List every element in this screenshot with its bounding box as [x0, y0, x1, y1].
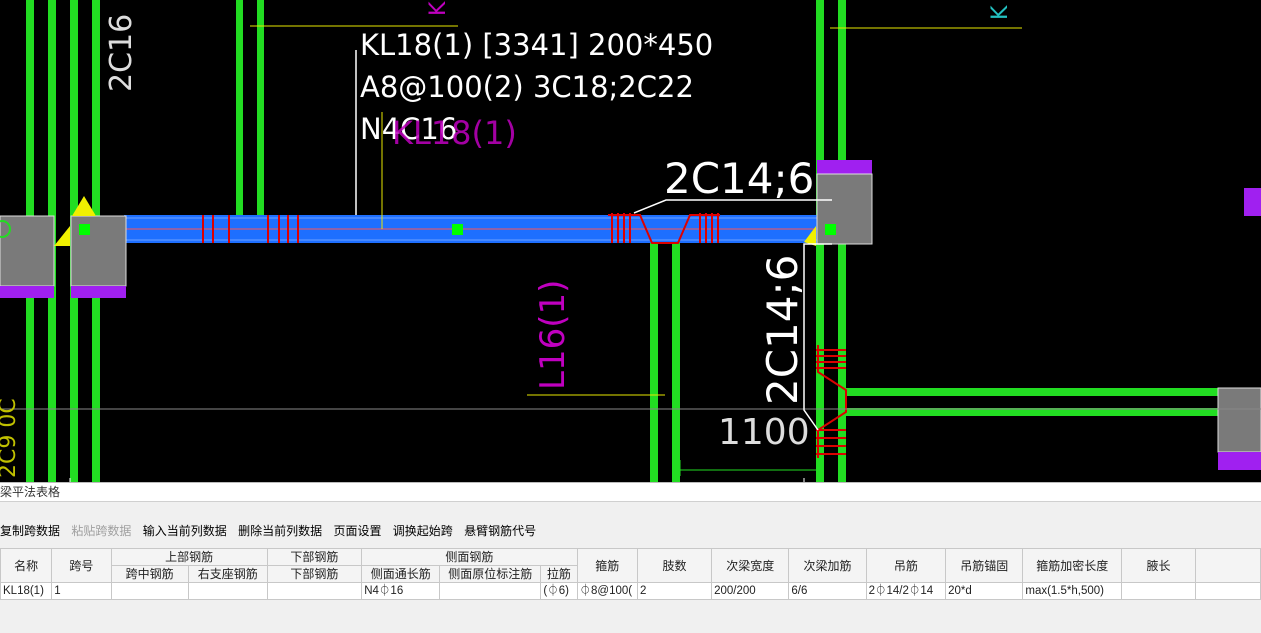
cell-dense-length[interactable]: max(1.5*h,500)	[1022, 582, 1123, 600]
header-top-rebar[interactable]: 上部钢筋	[110, 548, 268, 566]
cell-hanger[interactable]: 2⏀14/2⏀14	[865, 582, 947, 600]
beam-mark-line-1[interactable]: KL18(1) [3341] 200*450	[360, 28, 713, 62]
corner-k-top: K	[426, 1, 451, 16]
grip-point-left[interactable]	[79, 224, 90, 235]
grip-point-mid[interactable]	[452, 224, 463, 235]
header-stirrup[interactable]: 箍筋	[576, 548, 639, 583]
cad-drawing-canvas[interactable]: KL18(1) [3341] 200*450 A8@100(2) 3C18;2C…	[0, 0, 1261, 482]
header-dense-length[interactable]: 箍筋加密长度	[1022, 548, 1123, 583]
cell-top-right[interactable]	[187, 582, 268, 600]
corner-k-right: K	[988, 5, 1013, 20]
input-column-button[interactable]: 输入当前列数据	[143, 524, 227, 538]
right-support-top	[817, 160, 872, 174]
beam-table: 名称 跨号 上部钢筋 下部钢筋 侧面钢筋 箍筋 肢数 次梁宽度 次梁加筋 吊筋 …	[0, 548, 1261, 600]
cell-span-no[interactable]: 1	[51, 582, 112, 600]
far-right-support	[1217, 387, 1261, 453]
header-bottom-sub[interactable]: 下部钢筋	[266, 565, 363, 583]
cell-side-through[interactable]: N4⏀16	[361, 582, 441, 600]
support-marker-triangle-2	[54, 226, 70, 246]
table-header-row-1: 名称 跨号 上部钢筋 下部钢筋 侧面钢筋 箍筋 肢数 次梁宽度 次梁加筋 吊筋 …	[0, 548, 1261, 583]
left-support-1	[0, 215, 55, 287]
header-tie[interactable]: 拉筋	[540, 565, 578, 583]
left-support-1-base	[0, 286, 54, 298]
cell-extra	[1195, 582, 1261, 600]
beam-mark-line-2[interactable]: A8@100(2) 3C18;2C22	[360, 70, 694, 104]
copy-span-button[interactable]: 复制跨数据	[0, 524, 60, 538]
panel-toolbar: 复制跨数据 粘贴跨数据 输入当前列数据 删除当前列数据 页面设置 调换起始跨 悬…	[0, 521, 544, 541]
span-rebar-vertical-label[interactable]: 2C14;6	[758, 255, 807, 405]
cantilever-code-button[interactable]: 悬臂钢筋代号	[464, 524, 536, 538]
header-sec-width[interactable]: 次梁宽度	[711, 548, 790, 583]
cell-name[interactable]: KL18(1)	[0, 582, 53, 600]
paste-span-button[interactable]: 粘贴跨数据	[71, 524, 131, 538]
far-right-support-base	[1218, 452, 1261, 470]
panel-title: 梁平法表格	[0, 483, 1261, 502]
cell-legs[interactable]: 2	[637, 582, 713, 600]
header-side-through[interactable]: 侧面通长筋	[361, 565, 441, 583]
table-row[interactable]: KL18(1) 1 N4⏀16 (⏀6) ⏀8@100( 2 200/200 6…	[0, 582, 1261, 600]
header-hanger-anchor[interactable]: 吊筋锚固	[945, 548, 1024, 583]
header-top-right[interactable]: 右支座钢筋	[187, 565, 268, 583]
header-hanger[interactable]: 吊筋	[865, 548, 947, 583]
left-column-vertical-label: 2C16	[104, 13, 139, 92]
header-top-mid[interactable]: 跨中钢筋	[110, 565, 189, 583]
header-legs[interactable]: 肢数	[637, 548, 713, 583]
cell-bottom[interactable]	[266, 582, 363, 600]
span-rebar-top-label[interactable]: 2C14;6	[664, 154, 814, 203]
edge-purple-block	[1244, 188, 1261, 216]
header-bottom-rebar[interactable]: 下部钢筋	[266, 548, 363, 566]
beam-table-panel: 梁平法表格 复制跨数据 粘贴跨数据 输入当前列数据 删除当前列数据 页面设置 调…	[0, 482, 1261, 633]
page-setup-button[interactable]: 页面设置	[333, 524, 381, 538]
left-edge-label: 2C9 0C	[0, 398, 21, 478]
header-name[interactable]: 名称	[0, 548, 53, 583]
cell-stirrup[interactable]: ⏀8@100(	[576, 582, 639, 600]
header-extra	[1195, 548, 1261, 583]
cell-sec-width[interactable]: 200/200	[711, 582, 790, 600]
beam-ghost-label: KL18(1)	[392, 114, 517, 152]
header-span-no[interactable]: 跨号	[51, 548, 112, 583]
cell-sec-add[interactable]: 6/6	[788, 582, 867, 600]
swap-start-span-button[interactable]: 调换起始跨	[393, 524, 453, 538]
dimension-label: 1100	[718, 412, 810, 453]
l16-label[interactable]: L16(1)	[533, 280, 573, 390]
cell-hanger-anchor[interactable]: 20*d	[945, 582, 1024, 600]
header-haunch[interactable]: 腋长	[1121, 548, 1197, 583]
cell-haunch[interactable]	[1121, 582, 1197, 600]
header-sec-add[interactable]: 次梁加筋	[788, 548, 867, 583]
grip-point-right[interactable]	[825, 224, 836, 235]
cell-top-mid[interactable]	[110, 582, 189, 600]
header-side-rebar[interactable]: 侧面钢筋	[361, 548, 578, 566]
cell-tie[interactable]: (⏀6)	[540, 582, 578, 600]
header-side-original[interactable]: 侧面原位标注筋	[439, 565, 542, 583]
cell-side-original[interactable]	[439, 582, 542, 600]
left-support-2-base	[71, 286, 126, 298]
delete-column-button[interactable]: 删除当前列数据	[238, 524, 322, 538]
